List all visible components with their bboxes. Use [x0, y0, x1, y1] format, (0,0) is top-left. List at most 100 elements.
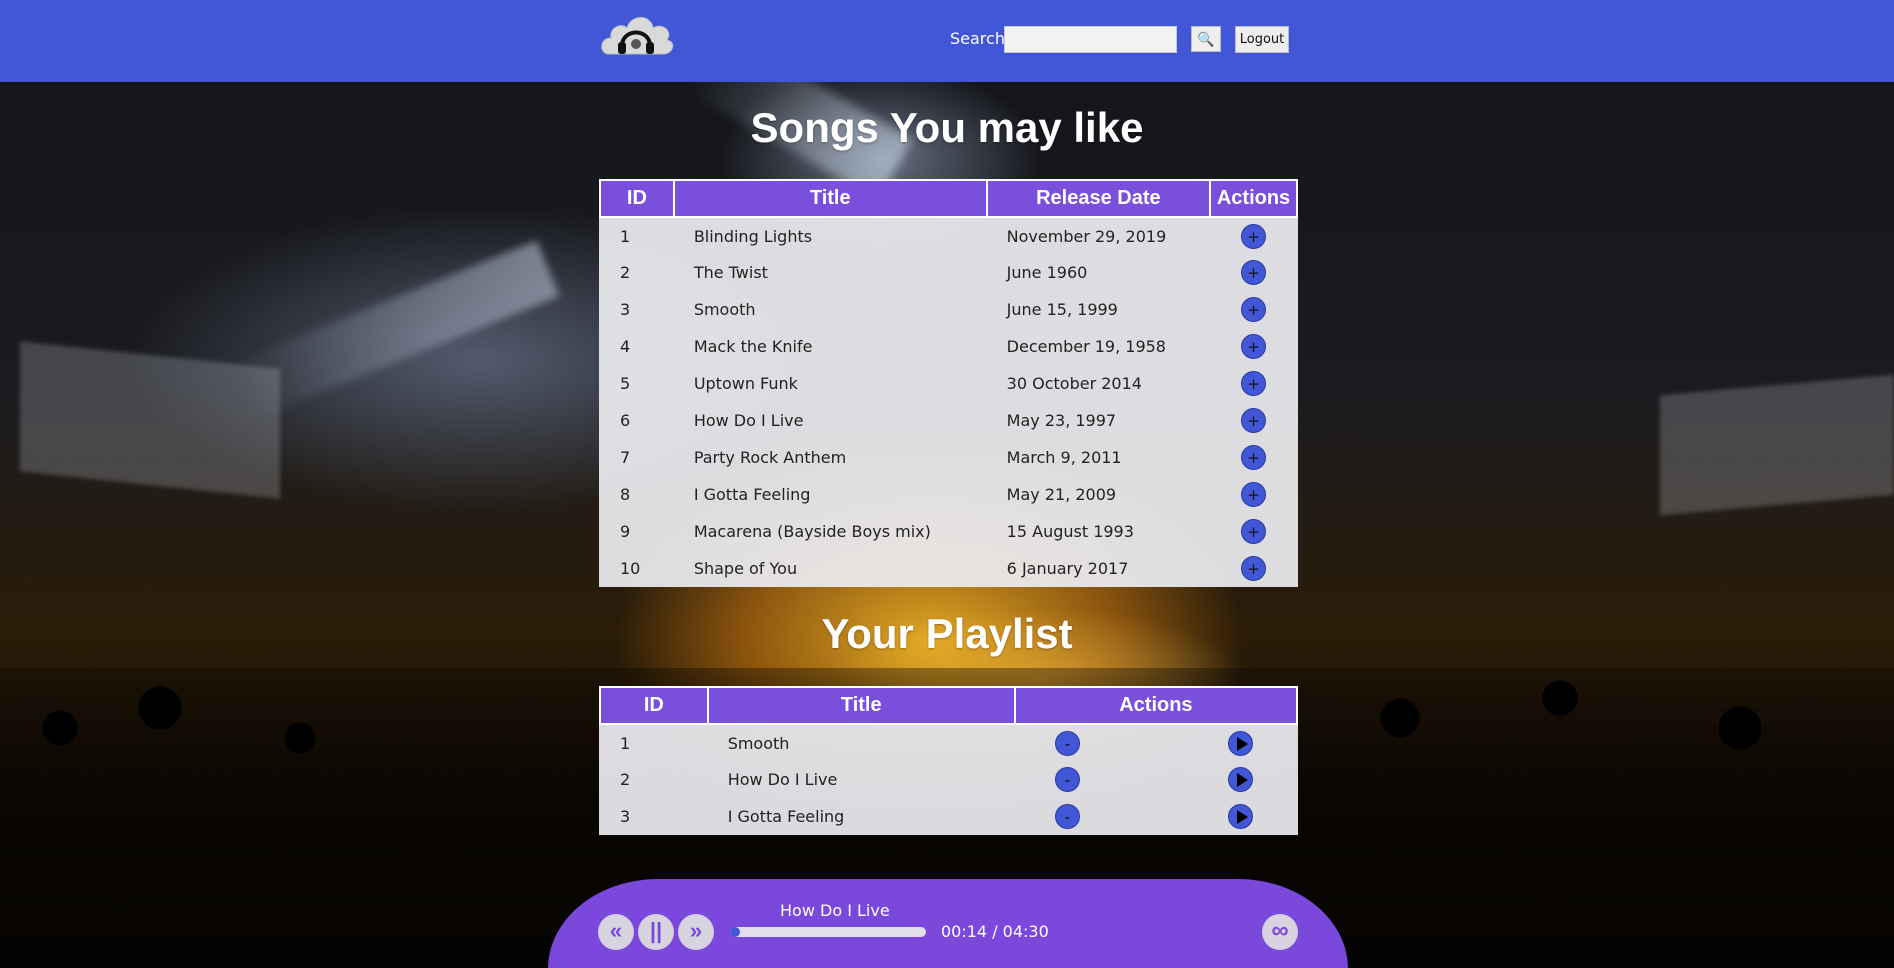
stage-light-beam — [230, 240, 560, 420]
song-release-date: December 19, 1958 — [1006, 337, 1166, 356]
playlist-song-actions: - — [1015, 798, 1297, 835]
playlist-song-id: 1 — [620, 733, 631, 753]
add-to-playlist-button[interactable]: + — [1241, 297, 1267, 322]
song-title: The Twist — [693, 263, 768, 282]
search-icon: 🔍 — [1197, 31, 1215, 47]
recommendations-title: Songs You may like — [750, 104, 1144, 151]
song-id: 1 — [620, 226, 631, 246]
song-actions: + — [1210, 291, 1297, 328]
progress-fill — [730, 927, 740, 937]
next-icon: » — [689, 918, 703, 943]
add-to-playlist-button[interactable]: + — [1241, 556, 1267, 581]
now-playing-title: How Do I Live — [780, 901, 890, 920]
previous-icon: « — [609, 918, 623, 943]
time-display: 00:14 / 04:30 — [941, 922, 1049, 941]
add-to-playlist-button[interactable]: + — [1241, 408, 1267, 433]
table-row: 1 Blinding Lights November 29, 2019 + — [600, 217, 1297, 254]
playlist-song-title: I Gotta Feeling — [727, 807, 845, 826]
table-row: 5 Uptown Funk 30 October 2014 + — [600, 365, 1297, 402]
table-row: 3 Smooth June 15, 1999 + — [600, 291, 1297, 328]
song-actions: + — [1210, 328, 1297, 365]
song-id: 9 — [620, 522, 631, 541]
song-id: 6 — [620, 411, 631, 430]
song-release-date: November 29, 2019 — [1006, 226, 1167, 246]
remove-from-playlist-button[interactable]: - — [1054, 731, 1080, 756]
table-row: 7 Party Rock Anthem March 9, 2011 + — [600, 439, 1297, 476]
song-title: Party Rock Anthem — [693, 448, 847, 467]
progress-slider[interactable] — [730, 927, 926, 937]
add-to-playlist-button[interactable]: + — [1241, 223, 1267, 249]
playlist-table: ID Title Actions 1 Smooth - 2 How Do I Live -… — [599, 686, 1299, 835]
column-header-id: ID — [599, 686, 709, 725]
add-to-playlist-button[interactable]: + — [1241, 482, 1267, 507]
song-title: Shape of You — [693, 559, 798, 578]
table-row: 8 I Gotta Feeling May 21, 2009 + — [600, 476, 1297, 513]
headphones-cloud-logo[interactable] — [597, 8, 675, 58]
remove-from-playlist-button[interactable]: - — [1054, 804, 1080, 829]
table-row: 4 Mack the Knife December 19, 1958 + — [600, 328, 1297, 365]
add-to-playlist-button[interactable]: + — [1241, 519, 1267, 544]
stage-screen — [20, 341, 280, 499]
search-button[interactable]: 🔍 — [1191, 26, 1221, 52]
table-row: 2 How Do I Live - — [600, 761, 1297, 798]
table-header-row: ID Title Release Date Actions — [599, 179, 1298, 218]
song-title: Blinding Lights — [693, 226, 813, 246]
logout-button[interactable]: Logout — [1235, 26, 1289, 53]
playlist-title: Your Playlist — [821, 610, 1073, 657]
loop-button[interactable]: ∞ — [1262, 914, 1298, 950]
song-title: Smooth — [693, 300, 756, 319]
add-to-playlist-button[interactable]: + — [1241, 371, 1267, 396]
playlist-song-actions: - — [1015, 761, 1297, 798]
table-header-row: ID Title Actions — [599, 686, 1299, 725]
song-title: How Do I Live — [693, 411, 804, 430]
search-input[interactable] — [1004, 26, 1177, 53]
song-release-date: 30 October 2014 — [1006, 374, 1142, 393]
top-header: Search 🔍 Logout — [0, 0, 1894, 82]
add-to-playlist-button[interactable]: + — [1241, 260, 1267, 285]
table-row: 1 Smooth - — [600, 724, 1297, 761]
remove-from-playlist-button[interactable]: - — [1054, 767, 1080, 792]
song-actions: + — [1210, 476, 1297, 513]
song-id: 4 — [620, 337, 631, 356]
recommendations-table: ID Title Release Date Actions 1 Blinding … — [599, 179, 1298, 587]
song-release-date: June 15, 1999 — [1006, 300, 1118, 319]
song-actions: + — [1210, 365, 1297, 402]
column-header-actions: Actions — [1209, 179, 1298, 218]
song-actions: + — [1210, 402, 1297, 439]
previous-button[interactable]: « — [598, 914, 634, 950]
song-id: 5 — [620, 374, 631, 393]
table-row: 2 The Twist June 1960 + — [600, 254, 1297, 291]
playlist-song-id: 2 — [620, 770, 631, 789]
play-song-button[interactable] — [1227, 731, 1253, 756]
song-id: 3 — [620, 300, 631, 319]
audio-player-bar: « || » How Do I Live 00:14 / 04:30 ∞ — [548, 879, 1348, 968]
song-release-date: June 1960 — [1006, 263, 1088, 282]
loop-icon: ∞ — [1271, 917, 1289, 944]
stage-screen — [1660, 374, 1894, 516]
play-song-button[interactable] — [1227, 767, 1253, 792]
column-header-actions: Actions — [1013, 686, 1299, 725]
playlist-song-actions: - — [1015, 724, 1297, 761]
next-button[interactable]: » — [678, 914, 714, 950]
play-song-button[interactable] — [1227, 804, 1253, 829]
table-row: 10 Shape of You 6 January 2017 + — [600, 550, 1297, 587]
song-release-date: 6 January 2017 — [1006, 559, 1129, 578]
song-actions: + — [1210, 550, 1297, 587]
song-release-date: May 21, 2009 — [1006, 485, 1117, 504]
table-row: 3 I Gotta Feeling - — [600, 798, 1297, 835]
table-row: 6 How Do I Live May 23, 1997 + — [600, 402, 1297, 439]
pause-button[interactable]: || — [638, 914, 674, 950]
song-actions: + — [1210, 217, 1297, 254]
search-label: Search — [950, 29, 1005, 48]
song-id: 10 — [620, 559, 641, 578]
column-header-release-date: Release Date — [985, 179, 1212, 218]
song-id: 2 — [620, 263, 631, 282]
song-title: Macarena (Bayside Boys mix) — [693, 522, 931, 541]
song-title: Mack the Knife — [693, 337, 813, 356]
column-header-title: Title — [706, 686, 1016, 725]
playlist-song-title: Smooth — [727, 733, 790, 753]
add-to-playlist-button[interactable]: + — [1241, 334, 1267, 359]
pause-icon: || — [649, 918, 663, 943]
song-actions: + — [1210, 513, 1297, 550]
add-to-playlist-button[interactable]: + — [1241, 445, 1267, 470]
